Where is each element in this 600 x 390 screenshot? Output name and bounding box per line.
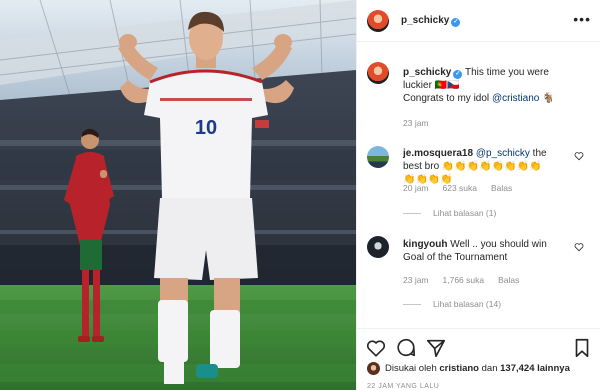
post-detail-pane: p_schicky ✓ ••• p_schicky ✓ This time you … <box>356 0 600 390</box>
reply-button[interactable]: Balas <box>491 183 512 193</box>
comment-icon[interactable] <box>395 337 417 359</box>
caption-text: p_schicky ✓ This time you were luckier 🇵🇹… <box>403 66 575 105</box>
replies-divider <box>403 213 421 215</box>
comment-text: je.mosquera18 @p_schicky the best bro 👏👏… <box>403 147 553 186</box>
caption-time[interactable]: 23 jam <box>403 118 429 128</box>
post-header: p_schicky ✓ ••• <box>357 0 600 42</box>
caption-meta: 23 jam <box>403 118 443 128</box>
replies-divider <box>403 304 421 306</box>
more-options-icon[interactable]: ••• <box>573 12 591 26</box>
view-replies-label: Lihat balasan (1) <box>433 208 497 218</box>
post-actions: Disukai oleh cristiano dan 137,424 lainn… <box>357 328 600 390</box>
view-replies-button[interactable]: Lihat balasan (1) <box>403 208 496 218</box>
likes-middle: dan <box>479 363 501 374</box>
comment-mention[interactable]: @p_schicky <box>476 148 530 159</box>
verified-badge-icon: ✓ <box>451 18 461 27</box>
comment-username[interactable]: je.mosquera18 <box>403 148 473 159</box>
comment-like-heart-icon[interactable] <box>574 242 584 252</box>
bookmark-icon[interactable] <box>571 337 593 359</box>
comment-likes[interactable]: 1,766 suka <box>443 275 485 285</box>
football-illustration: 10 <box>0 0 356 390</box>
comment-time[interactable]: 20 jam <box>403 183 429 193</box>
author-username[interactable]: p_schicky <box>401 15 449 26</box>
liker-avatar[interactable] <box>367 362 380 375</box>
caption-line2: Congrats to my idol <box>403 93 492 104</box>
view-replies-button[interactable]: Lihat balasan (14) <box>403 299 501 309</box>
comment-avatar[interactable] <box>367 146 389 168</box>
author-avatar[interactable] <box>367 10 389 32</box>
comment-username[interactable]: kingyouh <box>403 239 447 250</box>
send-icon[interactable] <box>425 337 447 359</box>
reply-button[interactable]: Balas <box>498 275 519 285</box>
view-replies-label: Lihat balasan (14) <box>433 299 502 309</box>
comment-like-heart-icon[interactable] <box>574 151 584 161</box>
comment-meta: 20 jam 623 suka Balas <box>403 183 526 193</box>
comment-avatar[interactable] <box>367 236 389 258</box>
caption-mention[interactable]: @cristiano <box>492 93 539 104</box>
post-image[interactable]: 10 <box>0 0 356 390</box>
comment-meta: 23 jam 1,766 suka Balas <box>403 275 533 285</box>
likes-count[interactable]: 137,424 lainnya <box>500 363 570 374</box>
post-timestamp[interactable]: 22 JAM YANG LALU <box>367 383 439 390</box>
liker-username[interactable]: cristiano <box>439 363 479 374</box>
jersey-number: 10 <box>195 117 217 139</box>
comment-text: kingyouh Well .. you should win Goal of … <box>403 238 553 264</box>
comment-likes[interactable]: 623 suka <box>443 183 478 193</box>
caption-username[interactable]: p_schicky <box>403 67 451 78</box>
likes-prefix: Disukai oleh <box>385 363 440 374</box>
caption-emoji: 🐐 <box>539 93 555 104</box>
heart-icon[interactable] <box>365 337 387 359</box>
comment-time[interactable]: 23 jam <box>403 275 429 285</box>
caption-avatar[interactable] <box>367 62 389 84</box>
